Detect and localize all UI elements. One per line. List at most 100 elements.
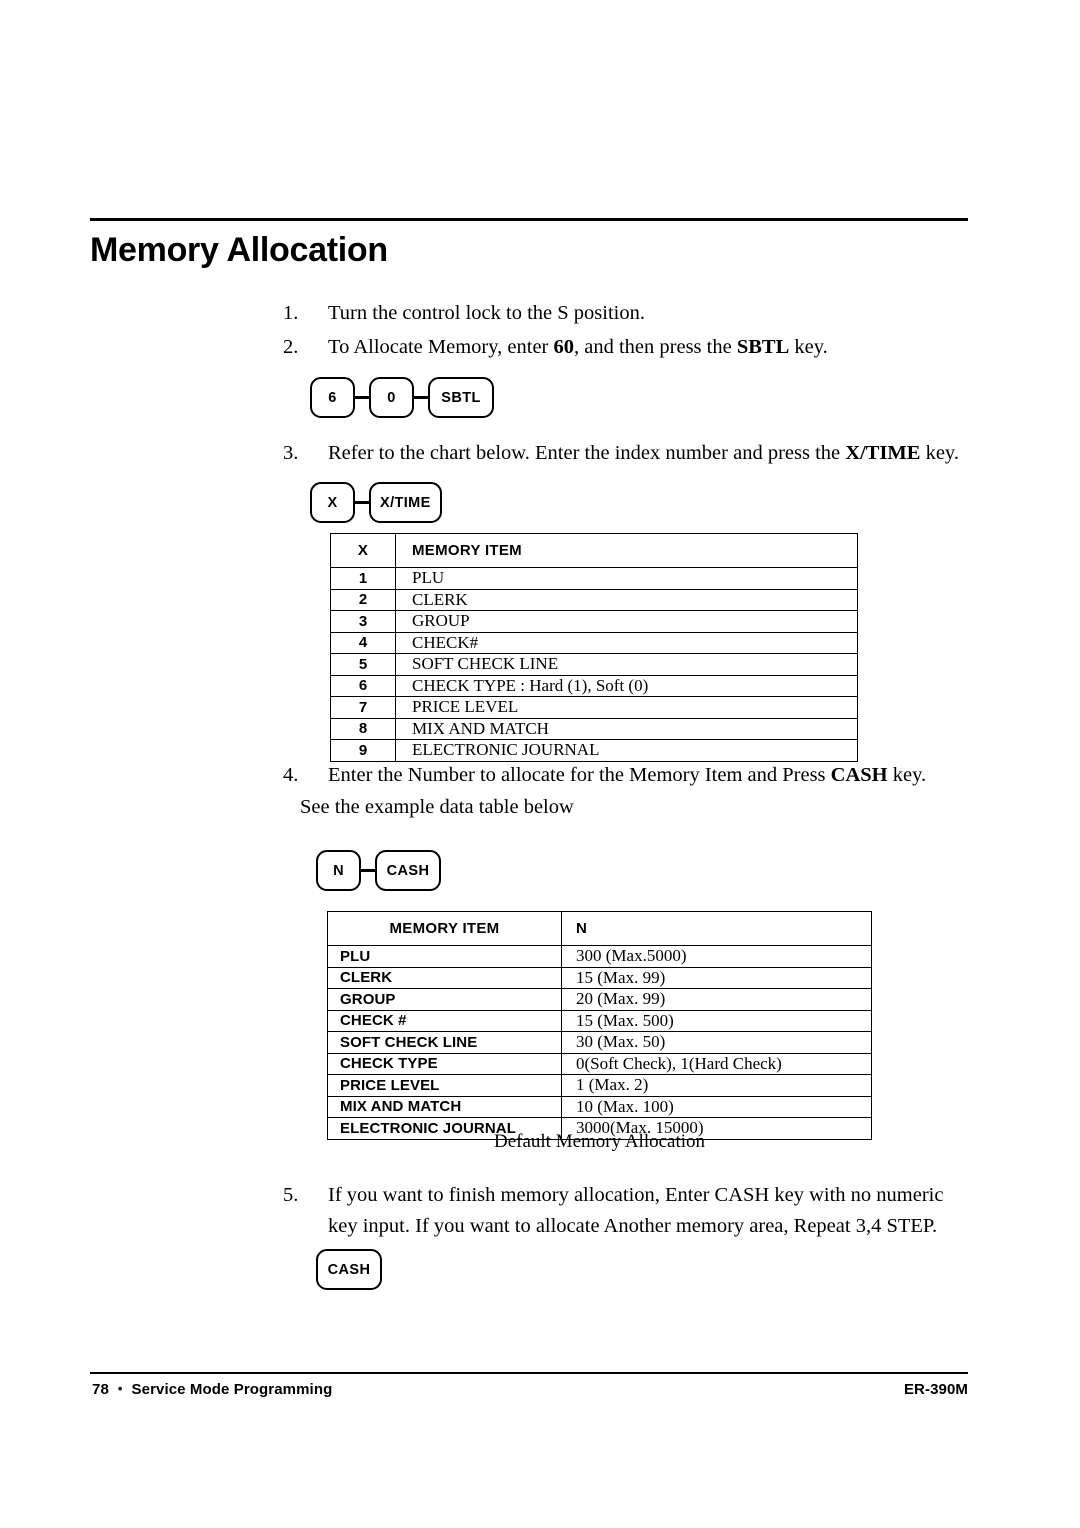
column-header-memory-item: MEMORY ITEM [327, 911, 562, 946]
step-5-text: If you want to finish memory allocation,… [328, 1184, 944, 1237]
table-row: CHECK # 15 (Max. 500) [327, 1009, 872, 1032]
key-xtime[interactable]: X/TIME [369, 482, 442, 523]
step-4-text-pre: Enter the Number to allocate for the Mem… [328, 764, 831, 786]
cell-memory-item: MIX AND MATCH [327, 1095, 562, 1118]
step-1-text: Turn the control lock to the S position. [328, 302, 645, 324]
cell-memory-item: MIX AND MATCH [395, 717, 858, 740]
key-connector [361, 869, 375, 872]
column-header-memory-item: MEMORY ITEM [395, 533, 858, 568]
cell-x: 2 [330, 588, 396, 611]
table-row: 5 SOFT CHECK LINE [330, 653, 858, 676]
cell-memory-item: PLU [395, 567, 858, 590]
cell-n-value: 10 (Max. 100) [561, 1095, 872, 1118]
key-cash[interactable]: CASH [316, 1249, 382, 1290]
key-sbtl[interactable]: SBTL [428, 377, 494, 418]
table-row: CHECK TYPE 0(Soft Check), 1(Hard Check) [327, 1052, 872, 1075]
key-n[interactable]: N [316, 850, 361, 891]
cell-x: 1 [330, 567, 396, 590]
cell-x: 4 [330, 631, 396, 654]
key-6[interactable]: 6 [310, 377, 355, 418]
step-2-text-mid: , and then press the [574, 336, 737, 358]
key-connector [414, 396, 428, 399]
footer-left: 78 • Service Mode Programming [92, 1381, 332, 1398]
step-1-number: 1. [283, 302, 299, 324]
key-cash[interactable]: CASH [375, 850, 441, 891]
table-row: 2 CLERK [330, 588, 858, 611]
step-2-bold-key: SBTL [736, 336, 790, 358]
footer-section-title: Service Mode Programming [131, 1381, 333, 1398]
default-memory-allocation-table: MEMORY ITEM N PLU 300 (Max.5000) CLERK 1… [327, 911, 872, 1140]
step-3-number: 3. [283, 442, 299, 464]
cell-memory-item: GROUP [395, 610, 858, 633]
key-sequence-60-sbtl: 6 0 SBTL [310, 377, 494, 418]
step-5: 5. If you want to finish memory allocati… [283, 1180, 963, 1242]
step-2-text-pre: To Allocate Memory, enter [328, 336, 554, 358]
step-4: 4. Enter the Number to allocate for the … [283, 760, 983, 791]
bullet-icon: • [117, 1381, 123, 1396]
table-row: 4 CHECK# [330, 631, 858, 654]
cell-memory-item: CHECK TYPE : Hard (1), Soft (0) [395, 674, 858, 697]
step-4-subtext: See the example data table below [300, 796, 574, 818]
cell-memory-item: GROUP [327, 988, 562, 1011]
cell-memory-item: SOFT CHECK LINE [327, 1031, 562, 1054]
step-1: 1. Turn the control lock to the S positi… [283, 298, 943, 329]
step-4-text-post: key. [887, 764, 927, 786]
column-header-x: X [330, 533, 396, 568]
table-row: SOFT CHECK LINE 30 (Max. 50) [327, 1031, 872, 1054]
step-4-bold-key: CASH [830, 764, 888, 786]
footer-page-number: 78 [92, 1381, 109, 1398]
step-3-text-pre: Refer to the chart below. Enter the inde… [328, 442, 846, 464]
table-row: 3 GROUP [330, 610, 858, 633]
cell-memory-item: CHECK # [327, 1009, 562, 1032]
table-header-row: MEMORY ITEM N [327, 911, 872, 946]
cell-x: 5 [330, 653, 396, 676]
table-row: GROUP 20 (Max. 99) [327, 988, 872, 1011]
cell-memory-item: ELECTRONIC JOURNAL [395, 739, 858, 762]
key-connector [355, 501, 369, 504]
title-rule [90, 218, 968, 221]
step-2: 2. To Allocate Memory, enter 60, and the… [283, 332, 943, 363]
step-4-number: 4. [283, 764, 299, 786]
cell-memory-item: SOFT CHECK LINE [395, 653, 858, 676]
cell-n-value: 1 (Max. 2) [561, 1074, 872, 1097]
cell-memory-item: PRICE LEVEL [327, 1074, 562, 1097]
cell-x: 6 [330, 674, 396, 697]
memory-item-index-table: X MEMORY ITEM 1 PLU 2 CLERK 3 GROUP 4 CH… [330, 533, 858, 762]
document-page: Memory Allocation 1. Turn the control lo… [0, 0, 1080, 1528]
cell-memory-item: PRICE LEVEL [395, 696, 858, 719]
step-5-number: 5. [283, 1184, 299, 1206]
step-3: 3. Refer to the chart below. Enter the i… [283, 438, 983, 469]
cell-memory-item: PLU [327, 945, 562, 968]
table-row: PLU 300 (Max.5000) [327, 945, 872, 968]
key-0[interactable]: 0 [369, 377, 414, 418]
cell-n-value: 15 (Max. 99) [561, 966, 872, 989]
cell-memory-item: CHECK# [395, 631, 858, 654]
step-2-text: To Allocate Memory, enter 60, and then p… [328, 332, 943, 363]
cell-x: 3 [330, 610, 396, 633]
table-row: PRICE LEVEL 1 (Max. 2) [327, 1074, 872, 1097]
cell-n-value: 30 (Max. 50) [561, 1031, 872, 1054]
cell-x: 9 [330, 739, 396, 762]
step-2-bold-value: 60 [553, 336, 575, 358]
step-3-text: Refer to the chart below. Enter the inde… [328, 438, 983, 469]
cell-n-value: 20 (Max. 99) [561, 988, 872, 1011]
cell-memory-item: CLERK [395, 588, 858, 611]
table-row: CLERK 15 (Max. 99) [327, 966, 872, 989]
table-row: 1 PLU [330, 567, 858, 590]
table-row: 7 PRICE LEVEL [330, 696, 858, 719]
step-2-number: 2. [283, 336, 299, 358]
table-row: 8 MIX AND MATCH [330, 717, 858, 740]
cell-x: 8 [330, 717, 396, 740]
cell-n-value: 300 (Max.5000) [561, 945, 872, 968]
table-row: MIX AND MATCH 10 (Max. 100) [327, 1095, 872, 1118]
key-sequence-n-cash: N CASH [316, 850, 441, 891]
key-connector [355, 396, 369, 399]
cell-x: 7 [330, 696, 396, 719]
table-row: 9 ELECTRONIC JOURNAL [330, 739, 858, 762]
key-x[interactable]: X [310, 482, 355, 523]
cell-memory-item: CHECK TYPE [327, 1052, 562, 1075]
column-header-n: N [561, 911, 872, 946]
table-caption: Default Memory Allocation [493, 1131, 706, 1152]
page-title: Memory Allocation [90, 231, 388, 269]
cell-n-value: 0(Soft Check), 1(Hard Check) [561, 1052, 872, 1075]
